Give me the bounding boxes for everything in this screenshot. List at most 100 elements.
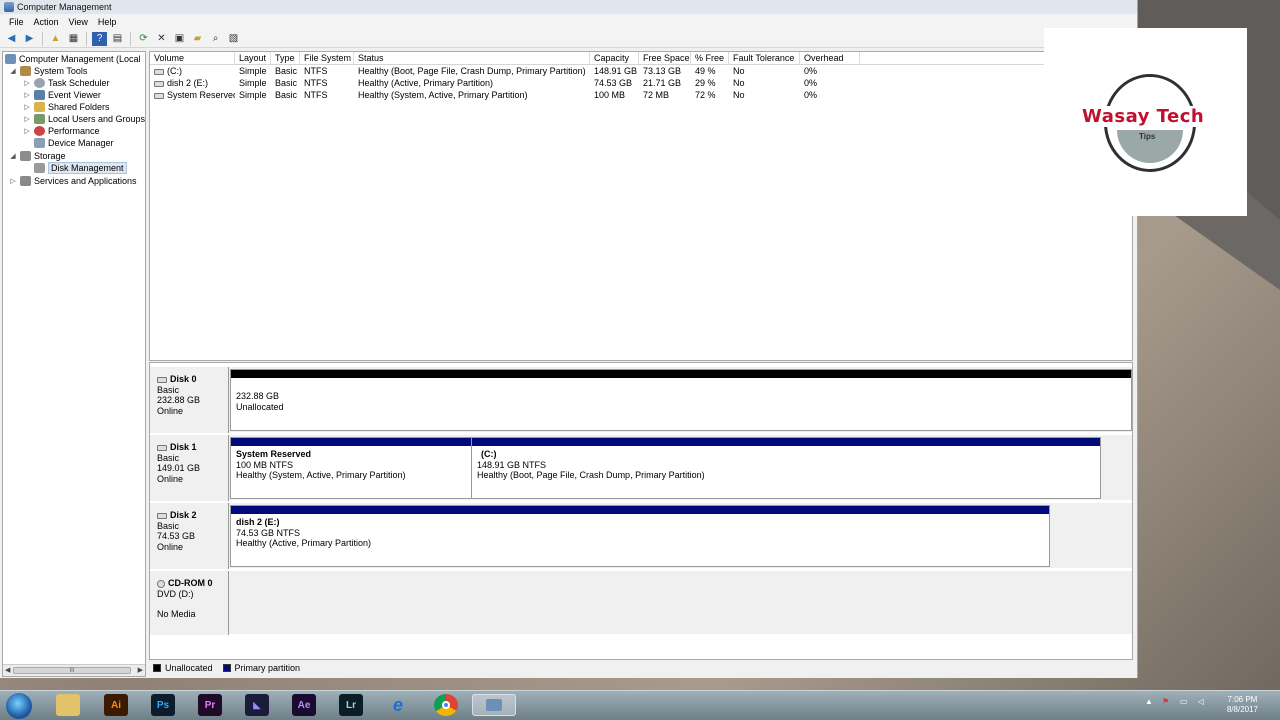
scroll-right-icon[interactable]: ▶ bbox=[138, 666, 143, 674]
disk-properties-icon[interactable]: ▣ bbox=[172, 32, 187, 46]
partition-name: dish 2 (E:) bbox=[236, 517, 280, 527]
tree-item-device-manager[interactable]: Device Manager bbox=[23, 137, 114, 149]
help-icon[interactable]: ? bbox=[92, 31, 107, 46]
expand-icon[interactable]: ▷ bbox=[23, 79, 31, 87]
expand-icon[interactable]: ▷ bbox=[23, 127, 31, 135]
partition-e[interactable]: dish 2 (E:) 74.53 GB NTFS Healthy (Activ… bbox=[230, 505, 1050, 567]
up-folder-icon[interactable]: ▲ bbox=[48, 32, 63, 46]
expand-icon[interactable]: ▷ bbox=[23, 103, 31, 111]
back-arrow-icon[interactable]: ◀ bbox=[4, 32, 19, 46]
chrome-icon[interactable] bbox=[434, 694, 458, 716]
internet-explorer-icon[interactable]: e bbox=[386, 694, 410, 716]
open-icon[interactable]: ▰ bbox=[190, 32, 205, 46]
table-row[interactable]: (C:) Simple Basic NTFS Healthy (Boot, Page F… bbox=[150, 65, 1132, 77]
table-row[interactable]: System Reserved Simple Basic NTFS Healthy (S… bbox=[150, 89, 1132, 101]
table-cell: Simple bbox=[235, 89, 271, 101]
premiere-icon[interactable]: Pr bbox=[198, 694, 222, 716]
col-volume[interactable]: Volume bbox=[150, 52, 235, 64]
tree-label: Event Viewer bbox=[48, 90, 101, 100]
col-overhead[interactable]: Overhead bbox=[800, 52, 860, 64]
col-capacity[interactable]: Capacity bbox=[590, 52, 639, 64]
disk-name: CD-ROM 0 bbox=[168, 578, 213, 588]
horizontal-scrollbar[interactable]: ◀ III ▶ bbox=[3, 664, 145, 676]
storage-icon bbox=[20, 151, 31, 161]
action-center-icon[interactable]: ⚑ bbox=[1162, 697, 1169, 706]
table-cell: System Reserved bbox=[150, 89, 235, 101]
forward-arrow-icon[interactable]: ▶ bbox=[22, 32, 37, 46]
folder-icon[interactable] bbox=[56, 694, 80, 716]
menu-view[interactable]: View bbox=[69, 17, 88, 27]
disk-size: 74.53 GB bbox=[157, 531, 196, 541]
tree-item-disk-management[interactable]: Disk Management bbox=[23, 162, 127, 174]
col-status[interactable]: Status bbox=[354, 52, 590, 64]
tree-item-event-viewer[interactable]: ▷ Event Viewer bbox=[23, 89, 101, 101]
tree-item-performance[interactable]: ▷ Performance bbox=[23, 125, 100, 137]
tree-item-root[interactable]: Computer Management (Local bbox=[5, 53, 141, 65]
partition-size: 100 MB NTFS bbox=[236, 459, 294, 470]
start-button[interactable] bbox=[6, 693, 32, 719]
collapse-icon[interactable]: ◢ bbox=[9, 152, 17, 160]
col-layout[interactable]: Layout bbox=[235, 52, 271, 64]
tree-item-task-scheduler[interactable]: ▷ Task Scheduler bbox=[23, 77, 110, 89]
table-cell: 0% bbox=[800, 77, 860, 89]
lightroom-icon[interactable]: Lr bbox=[339, 694, 363, 716]
network-icon[interactable]: ▭ bbox=[1180, 697, 1188, 706]
tree-item-local-users[interactable]: ▷ Local Users and Groups bbox=[23, 113, 145, 125]
col-percent-free[interactable]: % Free bbox=[691, 52, 729, 64]
table-cell: 72 % bbox=[691, 89, 729, 101]
col-type[interactable]: Type bbox=[271, 52, 300, 64]
show-hidden-icons-icon[interactable]: ▲ bbox=[1145, 697, 1153, 706]
after-effects-icon[interactable]: Ae bbox=[292, 694, 316, 716]
export-icon[interactable]: ▧ bbox=[226, 32, 241, 46]
partition-name: System Reserved bbox=[236, 449, 312, 459]
computer-management-icon[interactable] bbox=[472, 694, 516, 716]
menu-action[interactable]: Action bbox=[34, 17, 59, 27]
illustrator-icon[interactable]: Ai bbox=[104, 694, 128, 716]
tree-label: Task Scheduler bbox=[48, 78, 110, 88]
tree-item-shared-folders[interactable]: ▷ Shared Folders bbox=[23, 101, 110, 113]
disk-icon bbox=[157, 444, 167, 451]
tree-label: Services and Applications bbox=[34, 176, 137, 186]
media-encoder-icon[interactable]: ◣ bbox=[245, 694, 269, 716]
volume-icon[interactable]: ◁ bbox=[1198, 697, 1204, 706]
scroll-left-icon[interactable]: ◀ bbox=[5, 666, 10, 674]
menu-help[interactable]: Help bbox=[98, 17, 117, 27]
photoshop-icon[interactable]: Ps bbox=[151, 694, 175, 716]
tree-item-storage[interactable]: ◢ Storage bbox=[9, 150, 66, 162]
collapse-icon[interactable]: ◢ bbox=[9, 67, 17, 75]
channel-logo: Wasay Tech Tips bbox=[1044, 28, 1247, 216]
tree-item-system-tools[interactable]: ◢ System Tools bbox=[9, 65, 87, 77]
system-clock[interactable]: 7:06 PM 8/8/2017 bbox=[1227, 695, 1258, 715]
table-cell: 0% bbox=[800, 65, 860, 77]
refresh-icon[interactable]: ⟳ bbox=[136, 32, 151, 46]
partition-status: Healthy (Boot, Page File, Crash Dump, Pr… bbox=[477, 470, 705, 480]
primary-partition-bar bbox=[231, 506, 1049, 514]
disk-label[interactable]: CD-ROM 0 DVD (D:) No Media bbox=[150, 571, 229, 635]
show-hide-tree-icon[interactable]: ▦ bbox=[66, 32, 81, 46]
menu-file[interactable]: File bbox=[9, 17, 24, 27]
partition-unallocated[interactable]: 232.88 GB Unallocated bbox=[230, 369, 1132, 431]
disk-label[interactable]: Disk 0 Basic 232.88 GB Online bbox=[150, 367, 229, 433]
scrollbar-thumb[interactable]: III bbox=[13, 667, 131, 674]
properties-icon[interactable]: ▤ bbox=[110, 32, 125, 46]
tree-item-services[interactable]: ▷ Services and Applications bbox=[9, 175, 137, 187]
col-file-system[interactable]: File System bbox=[300, 52, 354, 64]
partition-c[interactable]: (C:) 148.91 GB NTFS Healthy (Boot, Page … bbox=[471, 437, 1101, 499]
col-fault-tolerance[interactable]: Fault Tolerance bbox=[729, 52, 800, 64]
search-icon[interactable]: ⌕ bbox=[208, 32, 223, 46]
expand-icon[interactable]: ▷ bbox=[23, 91, 31, 99]
expand-icon[interactable]: ▷ bbox=[23, 115, 31, 123]
title-bar: Computer Management bbox=[0, 0, 1137, 14]
table-row[interactable]: dish 2 (E:) Simple Basic NTFS Healthy (Activ… bbox=[150, 77, 1132, 89]
legend-primary: Primary partition bbox=[234, 663, 301, 673]
disk-label[interactable]: Disk 1 Basic 149.01 GB Online bbox=[150, 435, 229, 501]
services-icon bbox=[20, 176, 31, 186]
expand-icon[interactable]: ▷ bbox=[9, 177, 17, 185]
disk-label[interactable]: Disk 2 Basic 74.53 GB Online bbox=[150, 503, 229, 569]
delete-icon[interactable]: ✕ bbox=[154, 32, 169, 46]
cell-text: 74.53 GB bbox=[594, 78, 633, 88]
partition-system-reserved[interactable]: System Reserved 100 MB NTFS Healthy (Sys… bbox=[230, 437, 473, 499]
legend: Unallocated Primary partition bbox=[149, 661, 1133, 675]
col-free-space[interactable]: Free Space bbox=[639, 52, 691, 64]
tree-label: Computer Management (Local bbox=[19, 54, 141, 64]
